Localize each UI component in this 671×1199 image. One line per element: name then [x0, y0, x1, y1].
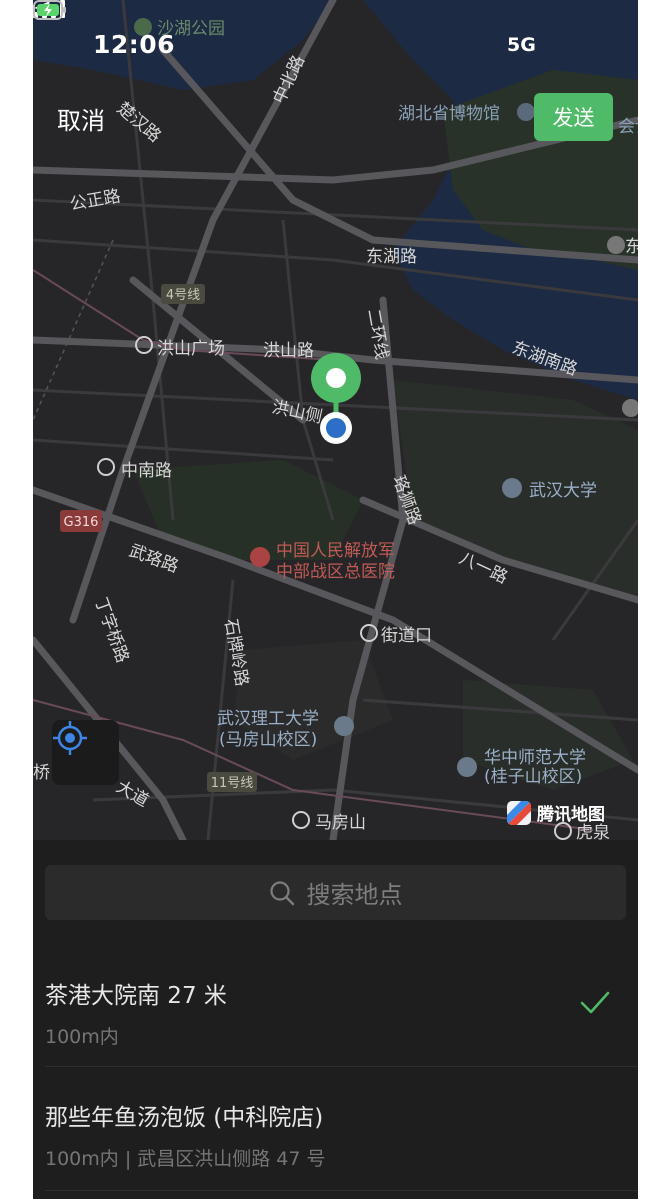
recenter-location-button[interactable] [52, 720, 119, 785]
label-hospital-line2: 中部战区总医院 [276, 562, 395, 582]
label-donghu-rd: 东湖路 [366, 247, 417, 267]
list-divider [45, 1066, 638, 1067]
map-brand: 腾讯地图 [507, 800, 605, 825]
line4-shield: 4号线 [161, 284, 205, 304]
label-hongshan-rd: 洪山路 [263, 341, 314, 361]
list-item-subtitle: 100m内 [45, 1026, 119, 1048]
line11-shield: 11号线 [207, 772, 257, 792]
label-qiao: 桥 [33, 763, 50, 783]
edge-poi-icon-1 [607, 236, 625, 254]
list-item-title: 茶港大院南 27 米 [45, 983, 227, 1009]
list-item-subtitle: 100m内 | 武昌区洪山侧路 47 号 [45, 1148, 326, 1170]
network-type: 5G [507, 34, 536, 56]
list-item[interactable]: 那些年鱼汤泡饭 (中科院店) 100m内 | 武昌区洪山侧路 47 号 [45, 1098, 638, 1171]
map-brand-label: 腾讯地图 [537, 805, 605, 825]
label-huquan: 虎泉 [576, 823, 610, 840]
label-whut-line1: 武汉理工大学 [217, 709, 319, 729]
label-dingzi-bridge-rd: 丁字桥路 [90, 595, 132, 666]
label-museum: 湖北省博物馆 [398, 104, 500, 124]
ccnu-icon [457, 757, 477, 777]
museum-icon [517, 103, 535, 121]
label-ccnu-line1: 华中师范大学 [484, 748, 586, 768]
user-location-dot [320, 412, 352, 444]
list-item-title: 那些年鱼汤泡饭 (中科院店) [45, 1105, 324, 1131]
label-jiedaokou: 街道口 [381, 626, 432, 646]
whu-icon [502, 478, 522, 498]
label-mafangshan: 马房山 [315, 813, 366, 833]
status-bar: 12:06 5G [33, 0, 638, 90]
battery-charging-icon [33, 0, 66, 20]
line4-label: 4号线 [166, 288, 200, 303]
g316-label: G316 [64, 515, 99, 530]
g316-shield: G316 [60, 510, 102, 532]
cancel-button[interactable]: 取消 [57, 101, 105, 136]
hospital-icon [250, 547, 270, 567]
map-view[interactable]: 4号线 G316 11号线 沙湖公园 湖北省博物馆 楚汉路 中北路 公正路 东湖… [33, 0, 638, 840]
label-edge-1: 东 [625, 237, 638, 257]
selected-check-icon [580, 991, 610, 1014]
label-wuluo-rd: 武珞路 [126, 541, 181, 577]
tencent-map-logo-icon [507, 800, 531, 825]
label-whut-line2: (马房山校区) [219, 730, 317, 750]
phone-screen: 4号线 G316 11号线 沙湖公园 湖北省博物馆 楚汉路 中北路 公正路 东湖… [33, 0, 638, 1199]
list-divider [45, 1190, 638, 1191]
label-hospital-line1: 中国人民解放军 [276, 541, 395, 561]
line11-label: 11号线 [211, 776, 254, 791]
label-edge-2: 会议 [618, 117, 638, 137]
send-button[interactable]: 发送 [534, 93, 613, 141]
label-whu: 武汉大学 [529, 481, 597, 501]
search-placeholder: 搜索地点 [306, 881, 403, 909]
list-item[interactable]: 茶港大院南 27 米 100m内 [45, 976, 638, 1049]
location-list-panel: 搜索地点 茶港大院南 27 米 100m内 那些年鱼汤泡饭 (中科院店) 100… [33, 840, 638, 1199]
status-time: 12:06 [93, 30, 176, 59]
crosshair-icon [53, 721, 87, 755]
label-hongshan-square: 洪山广场 [157, 339, 225, 359]
label-chuhan-rd: 楚汉路 [113, 99, 165, 147]
edge-poi-icon-2 [622, 399, 638, 417]
label-hongshan-side: 洪山侧 [270, 397, 324, 427]
label-zhongnan-rd: 中南路 [121, 461, 172, 481]
search-input[interactable]: 搜索地点 [45, 865, 626, 920]
label-ccnu-line2: (桂子山校区) [484, 767, 582, 787]
label-gongzheng-rd: 公正路 [68, 186, 122, 215]
search-icon [269, 880, 294, 905]
whut-icon [334, 716, 354, 736]
